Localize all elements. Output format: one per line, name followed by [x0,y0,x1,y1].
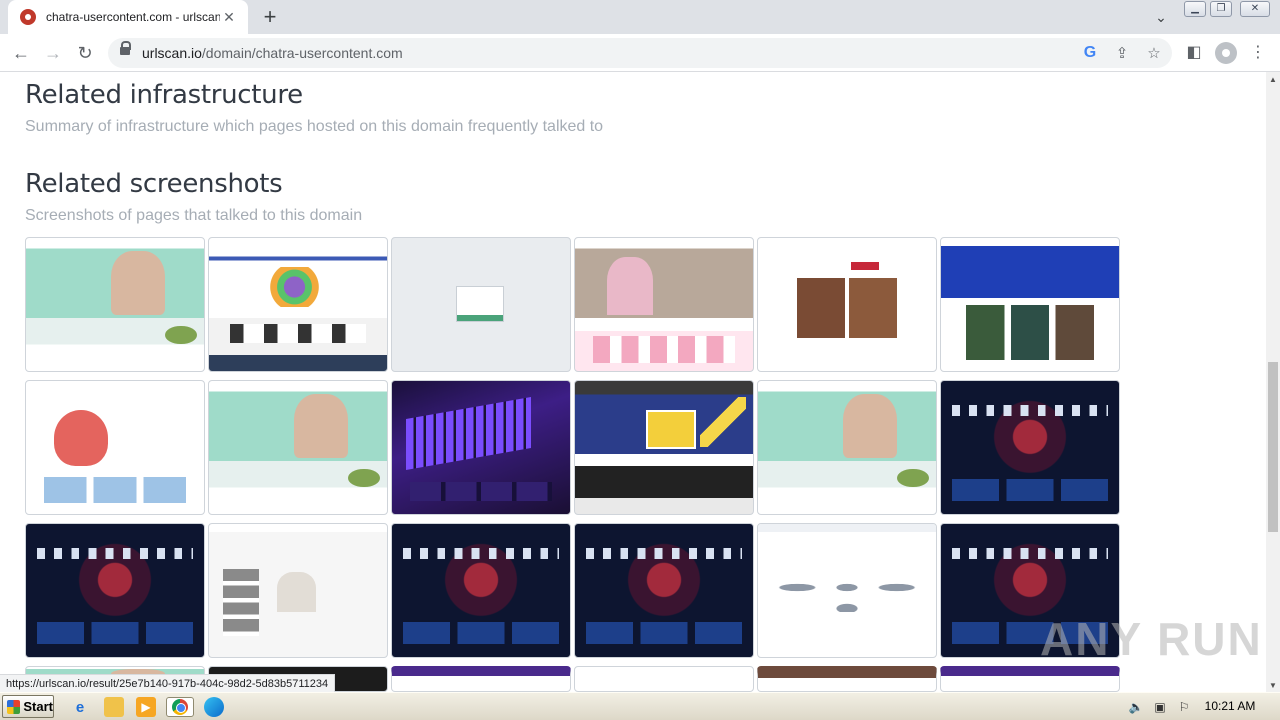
screenshot-thumbnail[interactable] [757,523,937,658]
related-infrastructure-heading: Related infrastructure [25,80,303,110]
screenshot-thumbnail[interactable] [940,666,1120,692]
reload-icon[interactable]: ↻ [70,38,100,68]
ie-icon[interactable]: e [70,697,90,717]
tab-title: chatra-usercontent.com - urlscan.io [46,10,220,24]
volume-icon[interactable]: 🔈 [1128,699,1144,715]
url-text[interactable]: urlscan.io/domain/chatra-usercontent.com [142,45,403,61]
screenshot-thumbnail[interactable] [940,380,1120,515]
minimize-button[interactable]: ▁ [1184,1,1206,17]
related-infrastructure-description: Summary of infrastructure which pages ho… [25,118,604,135]
share-icon[interactable]: ⇪ [1112,43,1132,63]
kebab-menu-icon[interactable]: ⋮ [1247,42,1269,64]
screenshot-thumbnail[interactable] [940,237,1120,372]
taskbar-clock: 10:21 AM [1204,699,1256,713]
screenshot-thumbnail[interactable] [25,523,205,658]
arrow-right-icon[interactable]: → [38,38,68,68]
screenshot-thumbnail[interactable] [757,380,937,515]
chrome-icon[interactable] [166,697,194,717]
windows-logo-icon [7,699,21,714]
close-window-button[interactable]: ✕ [1240,1,1270,17]
start-button[interactable]: Start [2,695,54,718]
screen: chatra-usercontent.com - urlscan.io ✕ + … [0,0,1280,720]
new-tab-button[interactable]: + [256,4,284,30]
screenshot-thumbnail[interactable] [391,666,571,692]
screenshot-thumbnail[interactable] [574,666,754,692]
lock-icon[interactable] [120,41,131,55]
urlscan-favicon-icon [20,9,36,25]
screenshot-thumbnail[interactable] [574,523,754,658]
screenshot-thumbnail[interactable] [25,380,205,515]
browser-tab[interactable]: chatra-usercontent.com - urlscan.io ✕ [8,0,248,34]
close-icon[interactable]: ✕ [220,8,238,26]
page-content: Related infrastructure Summary of infras… [0,72,1266,692]
edge-icon[interactable] [204,697,224,717]
scroll-up-icon[interactable]: ▲ [1266,72,1280,86]
arrow-left-icon[interactable]: ← [6,38,36,68]
google-icon[interactable]: G [1080,43,1100,63]
screenshot-thumbnail[interactable] [208,380,388,515]
screenshot-thumbnail[interactable] [574,237,754,372]
screenshot-thumbnail[interactable] [208,237,388,372]
related-screenshots-heading: Related screenshots [25,169,283,199]
browser-toolbar: ← → ↻ urlscan.io/domain/chatra-userconte… [0,34,1280,72]
maximize-button[interactable]: ❐ [1210,1,1232,17]
screenshot-thumbnail[interactable] [391,523,571,658]
screenshot-thumbnail[interactable] [391,380,571,515]
scroll-down-icon[interactable]: ▼ [1266,678,1280,692]
chevron-down-icon[interactable]: ⌄ [1150,6,1172,28]
link-status-bubble: https://urlscan.io/result/25e7b140-917b-… [0,674,336,694]
side-panel-icon[interactable]: ◧ [1183,42,1205,64]
address-bar[interactable]: urlscan.io/domain/chatra-usercontent.com… [108,38,1172,68]
profile-icon[interactable] [1215,42,1237,64]
taskbar: Start e ▶ 🔈 ▣ ⚐ 10:21 AM [0,692,1280,720]
scrollbar-thumb[interactable] [1268,362,1278,532]
screenshot-thumbnail[interactable] [391,237,571,372]
tab-strip: chatra-usercontent.com - urlscan.io ✕ + … [0,0,1280,34]
star-icon[interactable]: ☆ [1144,43,1164,63]
related-screenshots-description: Screenshots of pages that talked to this… [25,207,363,224]
media-player-icon[interactable]: ▶ [136,697,156,717]
network-icon[interactable]: ▣ [1152,699,1168,715]
screenshot-thumbnail[interactable] [25,237,205,372]
screenshot-thumbnail[interactable] [208,523,388,658]
screenshot-thumbnail[interactable] [574,380,754,515]
screenshot-thumbnail[interactable] [757,666,937,692]
anyrun-watermark: ANY RUN [1040,613,1263,665]
start-label: Start [23,699,53,714]
folder-icon[interactable] [104,697,124,717]
scrollbar[interactable]: ▲ ▼ [1266,72,1280,692]
screenshot-thumbnail[interactable] [757,237,937,372]
